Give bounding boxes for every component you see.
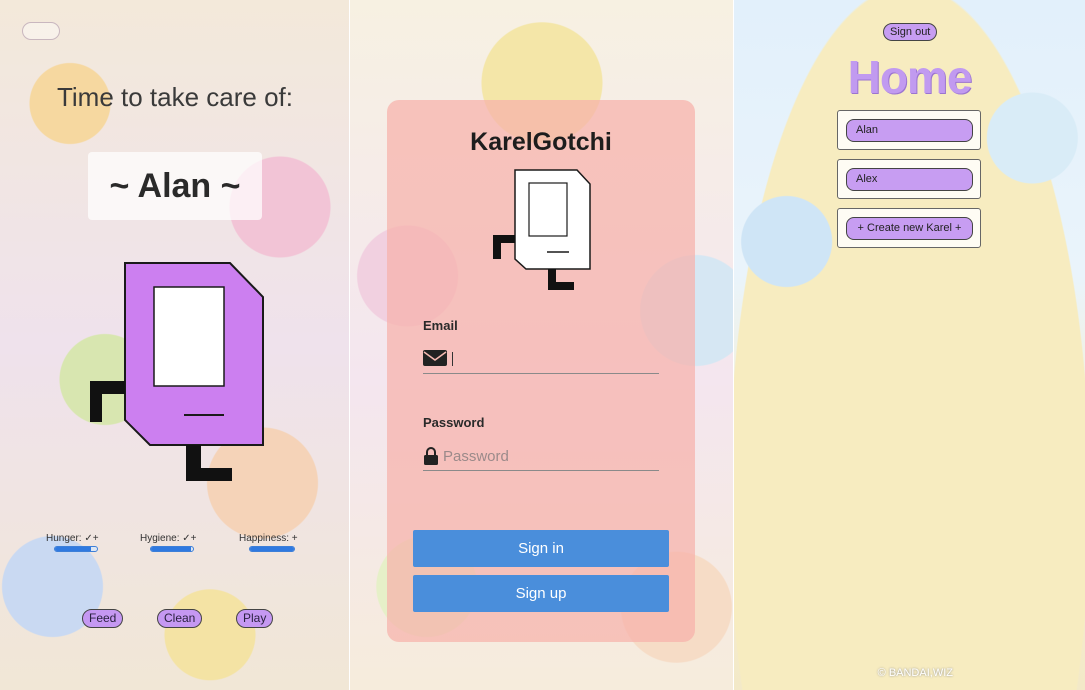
home-title: Home: [847, 51, 973, 103]
happiness-label: Happiness: +: [239, 533, 298, 544]
karel-button-alan[interactable]: Alan: [846, 119, 973, 142]
karel-list-item: Alan: [837, 110, 981, 150]
text-caret: [452, 352, 453, 366]
happiness-stat: Happiness: +: [239, 533, 298, 552]
home-screen: Sign out Home Alan Alex + Create new Kar…: [734, 0, 1085, 690]
app-title: KarelGotchi: [470, 128, 612, 156]
email-input[interactable]: [443, 346, 655, 372]
lock-icon: [424, 447, 438, 465]
sign-out-button[interactable]: Sign out: [883, 23, 938, 41]
hunger-bar: [54, 546, 98, 552]
play-button[interactable]: Play: [236, 609, 274, 628]
karel-logo-image: [493, 169, 591, 290]
hygiene-label: Hygiene: ✓+: [140, 533, 197, 544]
karel-list-item: Alex: [837, 159, 981, 199]
copyright-text: © BANDAI,WIZ: [877, 667, 953, 679]
hunger-stat: Hunger: ✓+: [46, 533, 99, 552]
login-card: KarelGotchi Email Password Sign in Sign …: [387, 100, 695, 642]
back-button[interactable]: [22, 22, 60, 40]
happiness-bar: [249, 546, 295, 552]
pet-name: ~ Alan ~: [88, 152, 262, 220]
hygiene-bar: [150, 546, 194, 552]
sign-in-button[interactable]: Sign in: [413, 530, 669, 567]
karel-pet-image: [90, 262, 264, 481]
email-field-group: [423, 346, 659, 374]
karel-button-alex[interactable]: Alex: [846, 168, 973, 191]
password-field-group: [423, 443, 659, 471]
hunger-label: Hunger: ✓+: [46, 533, 99, 544]
feed-button[interactable]: Feed: [82, 609, 124, 628]
email-label: Email: [423, 318, 458, 333]
sign-up-button[interactable]: Sign up: [413, 575, 669, 612]
clean-button[interactable]: Clean: [157, 609, 203, 628]
create-new-karel-button[interactable]: + Create new Karel +: [846, 217, 973, 240]
care-title: Time to take care of:: [56, 82, 294, 112]
hygiene-stat: Hygiene: ✓+: [140, 533, 196, 552]
login-screen: KarelGotchi Email Password Sign in Sign …: [350, 0, 734, 690]
password-input[interactable]: [443, 443, 655, 469]
create-karel-item: + Create new Karel +: [837, 208, 981, 248]
password-label: Password: [423, 415, 485, 430]
pet-care-screen: Time to take care of: ~ Alan ~ Hunger: ✓…: [0, 0, 350, 690]
